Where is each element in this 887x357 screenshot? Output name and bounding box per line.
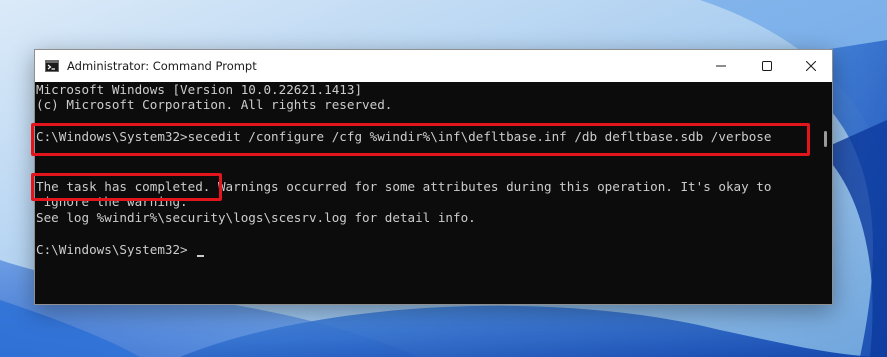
maximize-button[interactable] <box>744 50 790 82</box>
vertical-scrollbar[interactable] <box>818 82 832 304</box>
console-line: See log %windir%\security\logs\scesrv.lo… <box>36 210 476 225</box>
console-line: ignore the warning. <box>36 194 188 209</box>
command-line: C:\Windows\System32>secedit /configure /… <box>36 129 772 144</box>
command-prompt-window: Administrator: Command Prompt Microsoft … <box>31 49 833 305</box>
cmd-icon <box>45 60 59 72</box>
result-line: The task has completed. Warnings occurre… <box>36 179 772 194</box>
window-title: Administrator: Command Prompt <box>67 59 257 73</box>
text-cursor <box>197 255 204 257</box>
maximize-icon <box>762 61 772 71</box>
minimize-button[interactable] <box>698 50 744 82</box>
title-bar[interactable]: Administrator: Command Prompt <box>35 50 832 82</box>
scroll-thumb[interactable] <box>824 131 827 147</box>
console-output[interactable]: Microsoft Windows [Version 10.0.22621.14… <box>35 82 832 304</box>
prompt-line: C:\Windows\System32> <box>36 242 188 257</box>
close-button[interactable] <box>788 50 834 82</box>
console-line: Microsoft Windows [Version 10.0.22621.14… <box>36 82 363 97</box>
close-icon <box>806 61 816 71</box>
minimize-icon <box>716 65 726 67</box>
console-line: (c) Microsoft Corporation. All rights re… <box>36 97 393 112</box>
